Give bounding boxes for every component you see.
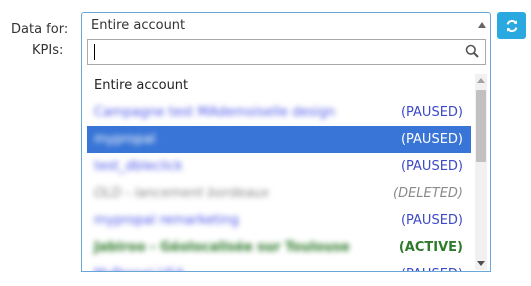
option-item[interactable]: test_dbleclick (PAUSED)	[87, 153, 471, 180]
data-for-label: Data for:	[11, 22, 69, 37]
status-badge: (PAUSED)	[400, 159, 463, 174]
option-name: Campagne test MAdemoiselle design	[94, 105, 336, 120]
status-badge: (PAUSED)	[400, 132, 463, 147]
option-name: mypropal	[94, 132, 156, 147]
text-cursor	[94, 44, 95, 60]
option-name: OLD - lancement bordeaux	[94, 186, 270, 201]
scroll-down-arrow-icon[interactable]	[477, 261, 485, 266]
account-select[interactable]: Entire account	[81, 12, 491, 38]
chevron-up-icon[interactable]	[478, 22, 486, 28]
dropdown-scrollbar[interactable]	[475, 74, 487, 270]
option-item[interactable]: MyPropal USA (PAUSED)	[87, 261, 471, 271]
option-name: Entire account	[94, 78, 189, 93]
select-current-value: Entire account	[91, 18, 186, 33]
select-dropdown: Entire account Campagne test MAdemoisell…	[81, 38, 491, 272]
option-entire-account[interactable]: Entire account	[87, 72, 471, 99]
status-badge: (DELETED)	[393, 186, 463, 201]
option-name: MyPropal USA	[94, 261, 184, 271]
refresh-button[interactable]	[497, 12, 526, 39]
option-item[interactable]: OLD - lancement bordeaux (DELETED)	[87, 180, 471, 207]
option-item-selected[interactable]: mypropal (PAUSED)	[87, 126, 471, 153]
option-item[interactable]: Campagne test MAdemoiselle design (PAUSE…	[87, 99, 471, 126]
option-name: mypropal remarketing	[94, 213, 239, 228]
search-box	[87, 39, 486, 65]
scroll-up-arrow-icon[interactable]	[477, 78, 485, 83]
option-item[interactable]: Jabiroo - Géolocalisée sur Toulouse (ACT…	[87, 234, 471, 261]
option-item[interactable]: mypropal remarketing (PAUSED)	[87, 207, 471, 234]
refresh-icon	[506, 19, 517, 32]
scrollbar-thumb[interactable]	[476, 90, 486, 162]
kpis-label: KPIs:	[32, 43, 64, 58]
option-name: Jabiroo - Géolocalisée sur Toulouse	[94, 240, 350, 255]
status-badge: (PAUSED)	[401, 261, 463, 271]
status-badge: (PAUSED)	[400, 105, 463, 120]
status-badge: (PAUSED)	[400, 213, 463, 228]
status-badge: (ACTIVE)	[398, 240, 463, 255]
options-list: Entire account Campagne test MAdemoisell…	[87, 72, 471, 271]
search-input[interactable]	[88, 40, 464, 64]
option-name: test_dbleclick	[94, 159, 183, 174]
search-icon	[465, 44, 479, 58]
